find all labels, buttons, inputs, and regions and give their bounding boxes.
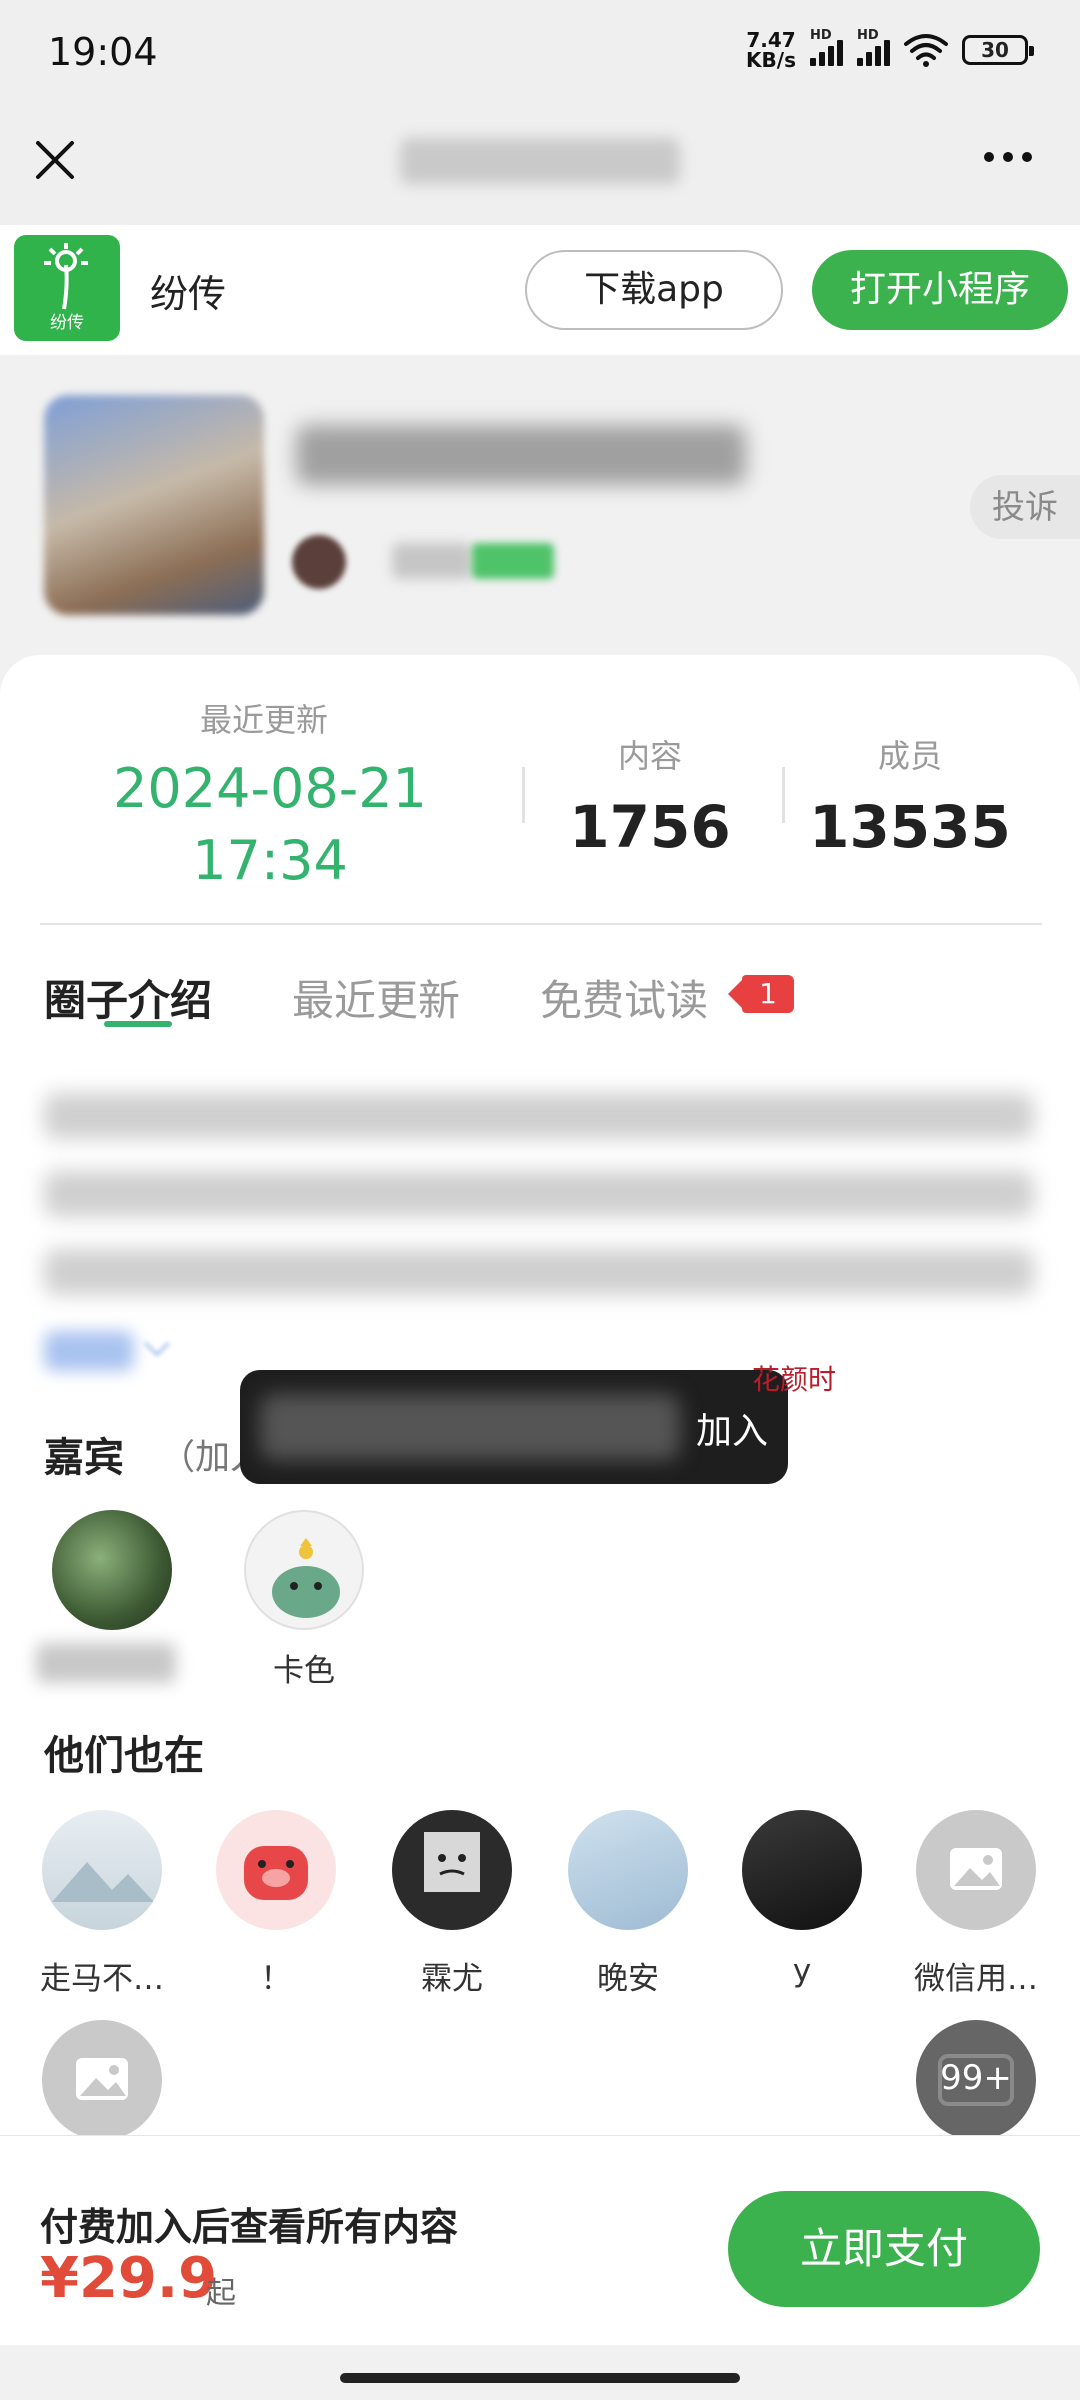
- guest-name-blurred: [36, 1643, 176, 1683]
- mountain-icon: [52, 1862, 154, 1902]
- member-name: 晚安: [597, 1961, 659, 1997]
- member-name: ！: [260, 1961, 292, 1997]
- pay-hint: 付费加入后查看所有内容: [40, 2205, 459, 2249]
- more-icon[interactable]: [984, 152, 1032, 162]
- bottom-pay-bar: 付费加入后查看所有内容 ¥29.9 起 立即支付: [0, 2135, 1080, 2345]
- member-count-value: 13535: [809, 793, 1011, 861]
- pay-now-button[interactable]: 立即支付: [728, 2191, 1040, 2307]
- member-avatar[interactable]: [742, 1810, 862, 1930]
- tab-recent[interactable]: 最近更新: [292, 967, 460, 1028]
- guests-title: 嘉宾: [44, 1435, 124, 1481]
- group-cover-image: [44, 395, 264, 615]
- status-time: 19:04: [48, 30, 158, 74]
- app-name: 纷传: [150, 272, 227, 316]
- signal-icon: HD: [810, 28, 843, 66]
- content-card: 最近更新 2024-08-21 17:34 内容 1756 成员 13535 圈…: [0, 655, 1080, 2140]
- owner-avatar[interactable]: [292, 535, 346, 589]
- intro-text-blurred: [44, 1171, 1034, 1217]
- image-placeholder-icon: [950, 1848, 1002, 1890]
- intro-text-blurred: [44, 1249, 1034, 1295]
- image-placeholder-icon: [76, 2058, 128, 2100]
- tab-free-trial[interactable]: 免费试读: [540, 967, 708, 1028]
- signal-icon-2: HD: [857, 28, 890, 66]
- network-speed: 7.47 KB/s: [746, 28, 796, 72]
- pig-icon: [244, 1846, 308, 1900]
- divider: [40, 923, 1042, 925]
- dinosaur-icon: [272, 1538, 340, 1618]
- member-name: 霖尤: [421, 1961, 483, 1997]
- join-toast: 加入: [240, 1370, 788, 1484]
- battery-icon: 30: [962, 35, 1034, 65]
- members-title: 他们也在: [44, 1733, 204, 1779]
- dandelion-icon: [44, 243, 88, 310]
- member-avatar-stamp[interactable]: 花颜时: [752, 1365, 862, 1475]
- member-avatar[interactable]: [916, 1810, 1036, 1930]
- complaint-button[interactable]: 投诉: [970, 475, 1080, 539]
- home-gesture-bar[interactable]: [340, 2373, 740, 2383]
- nav-bar: [0, 110, 1080, 225]
- toast-content-blurred: [260, 1394, 680, 1460]
- open-miniprogram-button[interactable]: 打开小程序: [812, 250, 1068, 330]
- member-name: 走马不…: [40, 1961, 164, 1997]
- intro-text-blurred: [44, 1093, 1034, 1139]
- content-count-label: 内容: [617, 737, 682, 775]
- member-avatar[interactable]: [42, 1810, 162, 1930]
- member-more-count[interactable]: 99+: [916, 2020, 1036, 2140]
- wifi-icon: [904, 34, 948, 67]
- member-avatar[interactable]: [42, 2020, 162, 2140]
- status-bar: 19:04 7.47 KB/s HD HD 30: [0, 0, 1080, 110]
- last-update-label: 最近更新: [200, 701, 329, 739]
- group-title-blurred: [296, 425, 746, 485]
- sketch-face-icon: [424, 1832, 480, 1892]
- download-app-button[interactable]: 下载app: [525, 250, 783, 330]
- price: ¥29.9: [40, 2246, 218, 2311]
- content-count-value: 1756: [569, 793, 731, 861]
- guest-name: 卡色: [273, 1653, 335, 1689]
- member-name: 微信用…: [914, 1961, 1038, 1997]
- guest-avatar[interactable]: [52, 1510, 172, 1630]
- member-avatar[interactable]: [568, 1810, 688, 1930]
- status-icons: 7.47 KB/s HD HD 30: [746, 28, 1034, 72]
- last-update-value: 2024-08-21 17:34: [113, 757, 427, 892]
- member-count-label: 成员: [877, 737, 942, 775]
- app-promo-bar: 纷传 纷传 下载app 打开小程序: [0, 225, 1080, 355]
- app-logo: 纷传: [14, 235, 120, 341]
- close-icon[interactable]: [30, 135, 80, 185]
- tab-active-indicator: [104, 1021, 172, 1027]
- group-header: 投诉: [0, 355, 1080, 655]
- member-avatar[interactable]: [216, 1810, 336, 1930]
- chevron-down-icon[interactable]: [144, 1331, 170, 1357]
- member-name: y: [792, 1953, 812, 1989]
- guest-avatar[interactable]: [244, 1510, 364, 1630]
- price-suffix: 起: [206, 2276, 236, 2311]
- tab-intro[interactable]: 圈子介绍: [44, 967, 212, 1028]
- expand-intro-link[interactable]: [44, 1331, 134, 1371]
- member-avatar[interactable]: [392, 1810, 512, 1930]
- owner-name-blurred: [392, 543, 472, 579]
- owner-badge: [472, 543, 554, 579]
- page-title-blurred: [400, 138, 680, 184]
- tab-badge: 1: [728, 975, 794, 1013]
